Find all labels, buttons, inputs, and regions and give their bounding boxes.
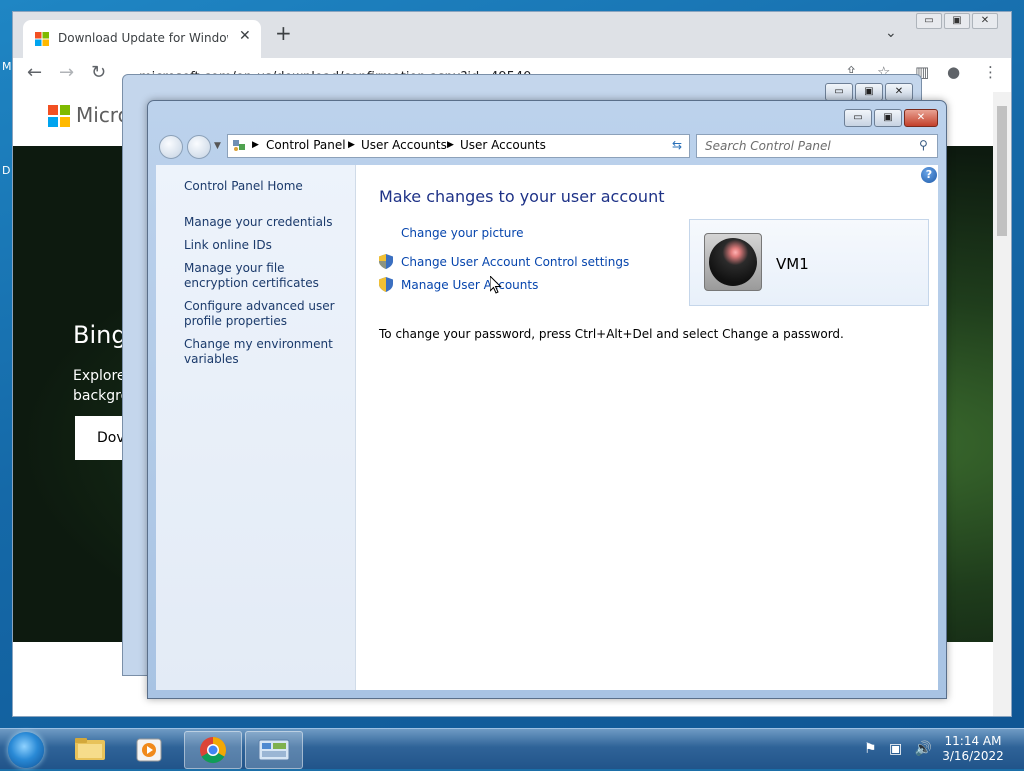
task-pane: Control Panel Home Manage your credentia…	[156, 165, 356, 690]
search-icon[interactable]: ⚲	[919, 138, 928, 152]
avatar[interactable]	[704, 233, 762, 291]
chrome-icon	[200, 737, 227, 764]
hero-subtext-line: Explore	[73, 368, 126, 384]
page-scrollbar[interactable]	[993, 92, 1011, 716]
sidebar-link-environment-variables[interactable]: Change my environment variables	[184, 337, 344, 367]
browser-window-controls: ▭ ▣ ✕	[916, 12, 1000, 29]
tab-search-chevron-icon[interactable]: ⌄	[885, 25, 897, 41]
back-button[interactable]	[159, 135, 183, 159]
desktop-icon-label[interactable]: D	[2, 164, 10, 177]
sidebar-link-credentials[interactable]: Manage your credentials	[184, 215, 344, 230]
clock-time: 11:14 AM	[944, 734, 1002, 748]
user-account-tile[interactable]: VM1	[689, 219, 929, 306]
folder-icon	[75, 738, 105, 760]
minimize-button[interactable]: ▭	[825, 83, 853, 101]
sidebar-link-encryption-certificates[interactable]: Manage your file encryption certificates	[184, 261, 344, 291]
maximize-button[interactable]: ▣	[874, 109, 902, 127]
network-icon[interactable]: ▣	[889, 741, 902, 757]
uac-shield-icon	[379, 254, 393, 269]
control-panel-window-controls: ▭ ▣ ✕	[842, 109, 938, 127]
user-name: VM1	[776, 255, 809, 273]
taskbar-control-panel-button[interactable]	[245, 731, 303, 769]
forward-button[interactable]	[187, 135, 211, 159]
breadcrumb-separator-icon[interactable]: ▶	[447, 140, 454, 150]
close-button[interactable]: ✕	[885, 83, 913, 101]
forward-arrow-icon[interactable]: →	[59, 62, 74, 83]
maximize-button[interactable]: ▣	[944, 13, 970, 29]
breadcrumb-control-panel[interactable]: Control Panel	[266, 138, 346, 152]
sidebar-link-advanced-profile[interactable]: Configure advanced user profile properti…	[184, 299, 344, 329]
microsoft-logo-icon[interactable]	[48, 105, 70, 127]
media-player-icon	[136, 738, 162, 762]
tab-strip: Download Update for Windows 7 ✕ + ⌄ ▭▣✕	[13, 12, 1011, 58]
close-button[interactable]: ✕	[972, 13, 998, 29]
close-button[interactable]: ✕	[904, 109, 938, 127]
clock-date: 3/16/2022	[942, 749, 1004, 763]
search-box: ⚲	[696, 134, 938, 158]
profile-avatar-icon[interactable]: ●	[947, 63, 960, 81]
start-button[interactable]	[8, 732, 44, 768]
sidebar-link-online-ids[interactable]: Link online IDs	[184, 238, 344, 253]
control-panel-window: ▭ ▣ ✕ ▼ ▶ Control Panel ▶ User Accounts ▶ …	[147, 100, 947, 699]
maximize-button[interactable]: ▣	[855, 83, 883, 101]
action-center-flag-icon[interactable]: ⚑	[864, 741, 877, 757]
taskbar-media-player-button[interactable]	[122, 731, 178, 767]
taskbar-chrome-button[interactable]	[184, 731, 242, 769]
breadcrumb-separator-icon[interactable]: ▶	[348, 140, 355, 150]
hero-heading: Bing	[73, 321, 127, 349]
control-panel-icon	[258, 739, 290, 761]
desktop-icon-label[interactable]: M	[2, 60, 12, 73]
minimize-button[interactable]: ▭	[844, 109, 872, 127]
system-tray: ⚑ ▣ 🔊	[864, 741, 932, 757]
tab-title: Download Update for Windows 7	[58, 31, 228, 45]
help-icon[interactable]: ?	[921, 167, 937, 183]
recent-pages-chevron-icon[interactable]: ▼	[214, 141, 221, 151]
turntable-picture-icon	[709, 238, 757, 286]
scroll-thumb[interactable]	[997, 106, 1007, 236]
refresh-icon[interactable]: ⇆	[666, 134, 688, 156]
sidebar-link-control-panel-home[interactable]: Control Panel Home	[184, 179, 344, 194]
uac-settings-link[interactable]: Change User Account Control settings	[401, 255, 629, 269]
tab-close-icon[interactable]: ✕	[239, 28, 251, 44]
password-instructions: To change your password, press Ctrl+Alt+…	[379, 327, 844, 341]
mouse-cursor-icon	[490, 276, 502, 294]
reload-icon[interactable]: ↻	[91, 62, 106, 83]
page-title: Make changes to your user account	[379, 187, 665, 206]
control-panel-content: Control Panel Home Manage your credentia…	[156, 165, 938, 690]
browser-tab[interactable]: Download Update for Windows 7 ✕	[23, 20, 261, 58]
background-window-controls: ▭ ▣ ✕	[823, 83, 913, 101]
uac-shield-icon	[379, 277, 393, 292]
main-pane: ? Make changes to your user account Chan…	[356, 165, 938, 690]
taskbar: ⚑ ▣ 🔊 11:14 AM 3/16/2022	[0, 728, 1024, 769]
breadcrumb-user-accounts[interactable]: User Accounts	[361, 138, 447, 152]
change-picture-link[interactable]: Change your picture	[401, 226, 523, 240]
hero-subtext-line: backgro	[73, 388, 130, 404]
new-tab-button[interactable]: +	[275, 23, 292, 43]
manage-user-accounts-link[interactable]: Manage User Accounts	[401, 278, 538, 292]
breadcrumb-separator-icon[interactable]: ▶	[252, 140, 259, 150]
breadcrumb[interactable]: ▶ Control Panel ▶ User Accounts ▶ User A…	[227, 134, 735, 158]
microsoft-favicon-icon	[35, 32, 49, 46]
search-input[interactable]	[703, 137, 912, 155]
breadcrumb-user-accounts-current[interactable]: User Accounts	[460, 138, 546, 152]
taskbar-explorer-button[interactable]	[62, 731, 118, 767]
menu-kebab-icon[interactable]: ⋮	[983, 63, 998, 81]
control-panel-icon	[233, 140, 245, 151]
hero-subtext: Explore backgro	[73, 366, 129, 406]
minimize-button[interactable]: ▭	[916, 13, 942, 29]
system-clock[interactable]: 11:14 AM 3/16/2022	[936, 734, 1010, 764]
volume-icon[interactable]: 🔊	[915, 741, 932, 757]
back-arrow-icon[interactable]: ←	[27, 62, 42, 83]
